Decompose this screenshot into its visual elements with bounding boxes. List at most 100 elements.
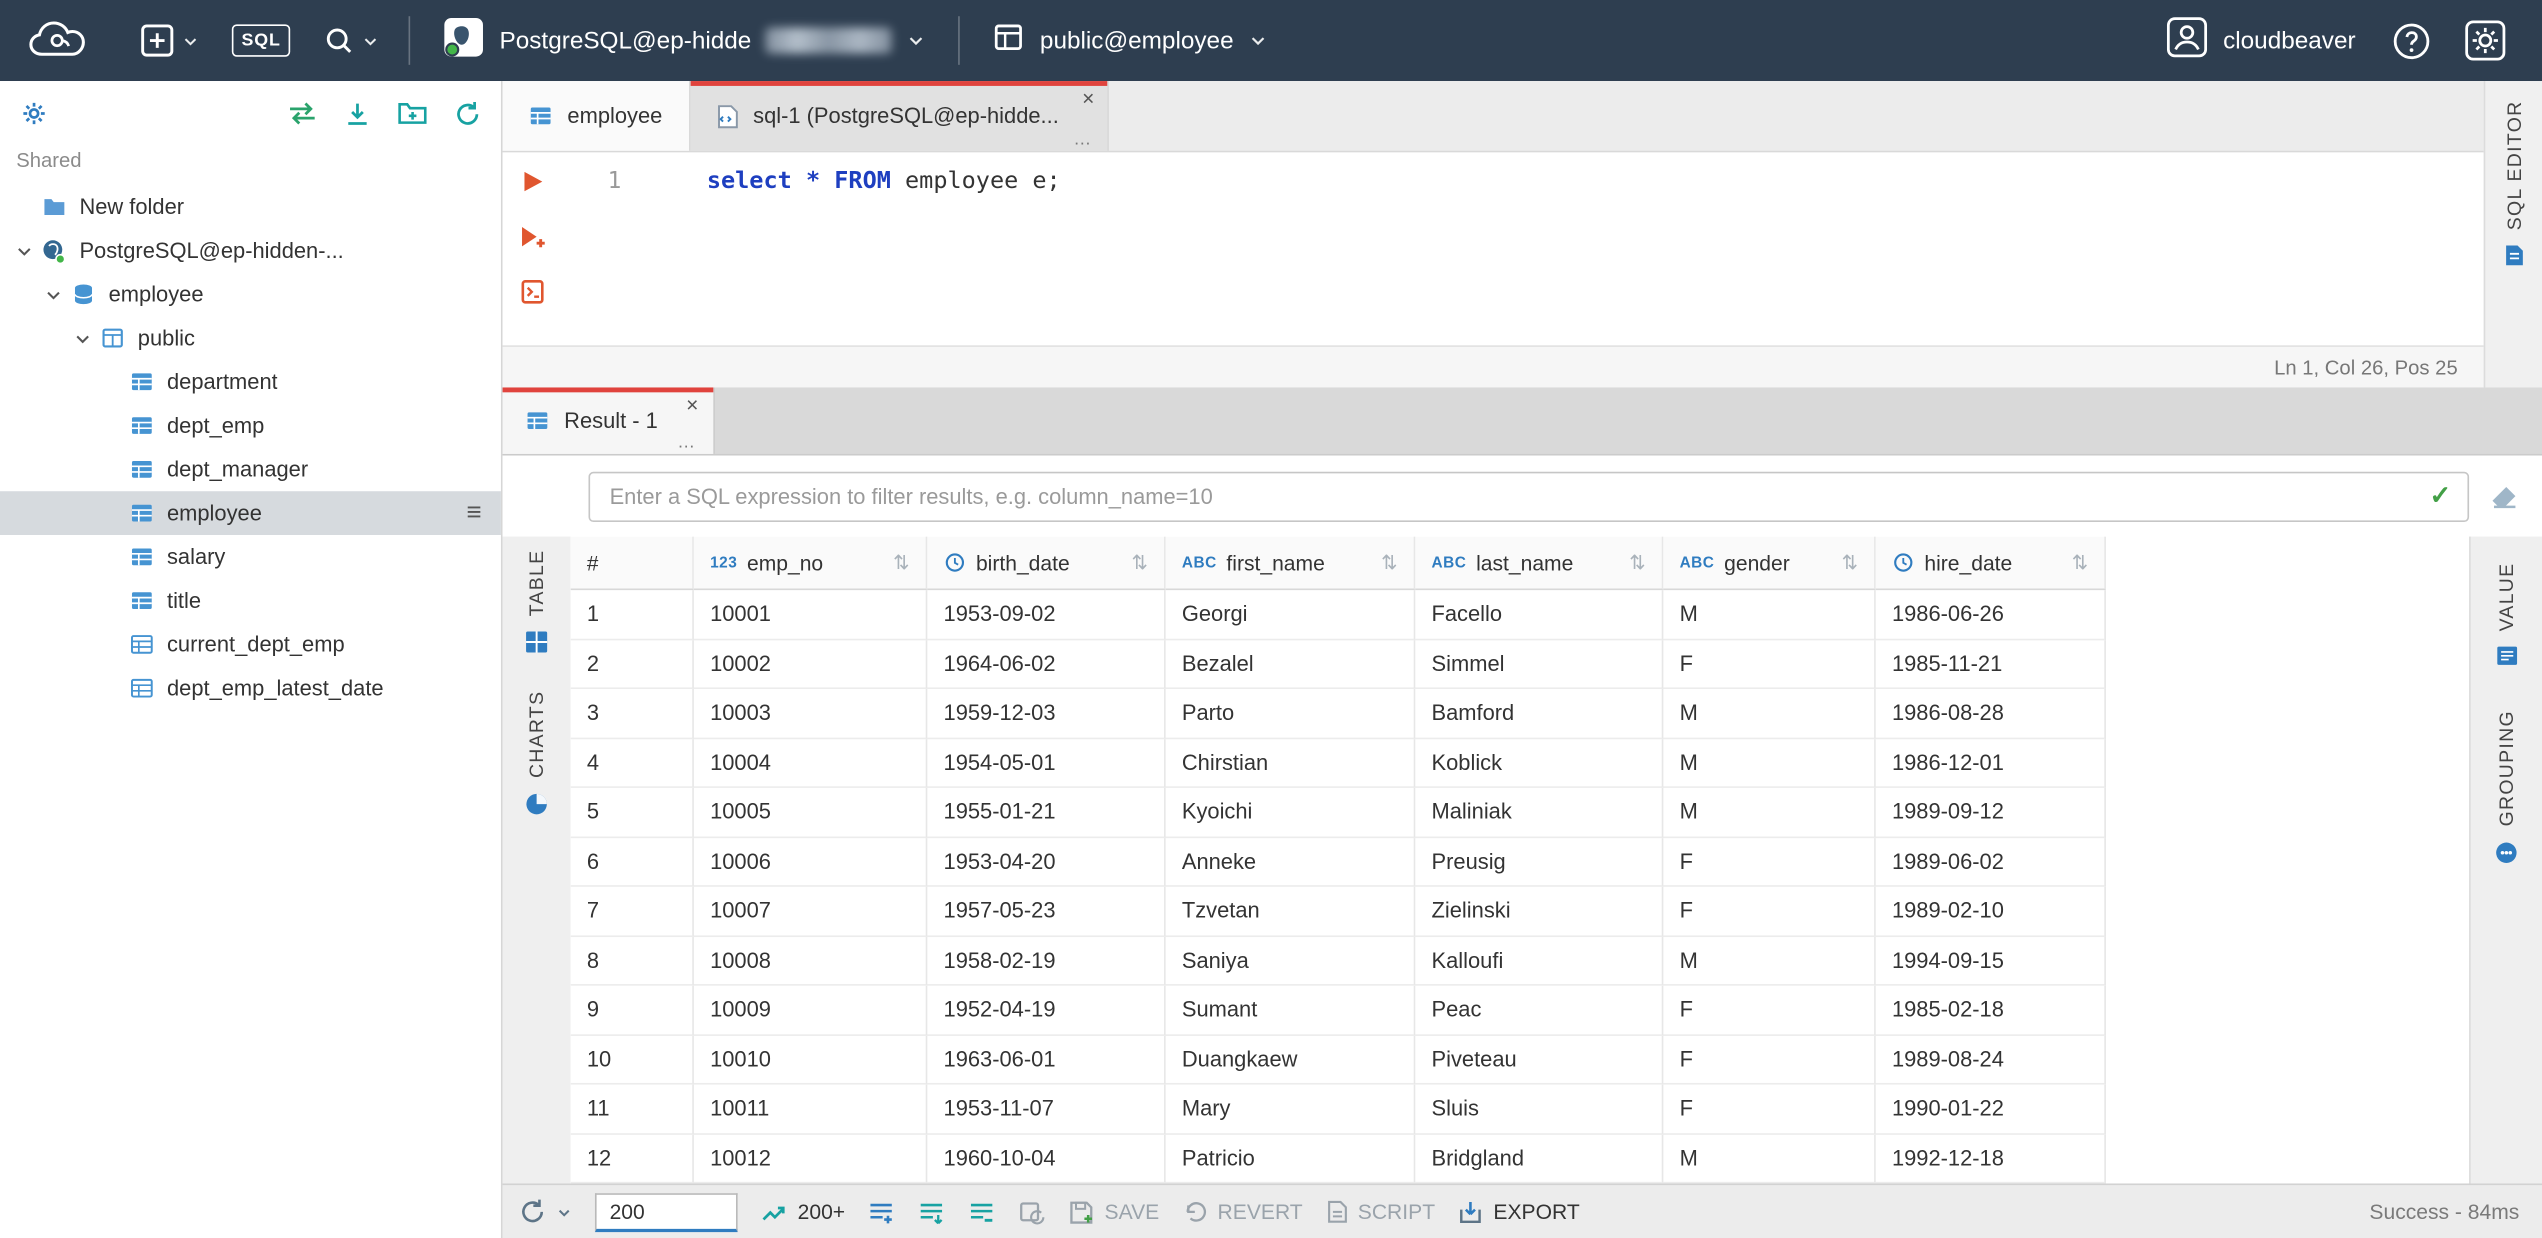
- execute-query-button[interactable]: [520, 169, 544, 195]
- tab-charts[interactable]: CHARTS: [524, 691, 550, 817]
- grid-cell[interactable]: 1985-02-18: [1875, 985, 2106, 1036]
- grid-cell[interactable]: Mary: [1165, 1084, 1416, 1135]
- fetch-more-button[interactable]: 200+: [760, 1200, 845, 1224]
- delete-row-button[interactable]: [968, 1199, 996, 1225]
- grid-cell[interactable]: Koblick: [1415, 738, 1664, 788]
- sort-icon[interactable]: ⇅: [1381, 551, 1397, 574]
- grid-cell[interactable]: Zielinski: [1415, 886, 1664, 937]
- grid-cell[interactable]: 10004: [693, 738, 928, 788]
- grid-cell[interactable]: 10006: [693, 837, 928, 887]
- row-index-cell[interactable]: 4: [570, 738, 694, 788]
- row-index-cell[interactable]: 8: [570, 936, 694, 986]
- grid-cell[interactable]: Bamford: [1415, 689, 1664, 739]
- grid-cell[interactable]: 1964-06-02: [927, 639, 1166, 690]
- grid-cell[interactable]: 1953-04-20: [927, 837, 1166, 887]
- grid-cell[interactable]: 10002: [693, 639, 928, 690]
- grid-cell[interactable]: 1989-02-10: [1875, 886, 2106, 937]
- item-menu-icon[interactable]: ≡: [466, 499, 481, 526]
- tab-sql-1[interactable]: sql-1 (PostgreSQL@ep-hidde... × …: [689, 81, 1110, 151]
- grid-cell[interactable]: 1954-05-01: [927, 738, 1166, 788]
- export-button[interactable]: EXPORT: [1458, 1199, 1580, 1225]
- driver-search-button[interactable]: [307, 0, 396, 81]
- grid-cell[interactable]: F: [1663, 837, 1876, 887]
- row-index-cell[interactable]: 1: [570, 590, 694, 640]
- grid-cell[interactable]: 10001: [693, 590, 928, 640]
- grid-cell[interactable]: F: [1663, 1035, 1876, 1085]
- grid-cell[interactable]: 1960-10-04: [927, 1134, 1166, 1184]
- row-limit-input[interactable]: [594, 1192, 738, 1232]
- grid-cell[interactable]: Peac: [1415, 985, 1664, 1036]
- close-tab-icon[interactable]: ×: [1082, 86, 1094, 110]
- grid-cell[interactable]: 10009: [693, 985, 928, 1036]
- row-index-cell[interactable]: 7: [570, 886, 694, 937]
- auto-refresh-button[interactable]: [1019, 1199, 1047, 1225]
- column-header-last_name[interactable]: ABC last_name ⇅: [1415, 536, 1664, 591]
- grid-cell[interactable]: Bezalel: [1165, 639, 1416, 690]
- grid-cell[interactable]: Duangkaew: [1165, 1035, 1416, 1085]
- tree-item-dept-manager[interactable]: dept_manager: [0, 447, 501, 491]
- tree-item-dept-emp-latest-date[interactable]: dept_emp_latest_date: [0, 666, 501, 710]
- column-header-first_name[interactable]: ABC first_name ⇅: [1165, 536, 1416, 591]
- sort-icon[interactable]: ⇅: [1131, 551, 1147, 574]
- tab-employee[interactable]: employee: [502, 81, 690, 151]
- grid-cell[interactable]: 1994-09-15: [1875, 936, 2106, 986]
- grid-cell[interactable]: 1989-09-12: [1875, 787, 2106, 838]
- tree-item-current-dept-emp[interactable]: current_dept_emp: [0, 623, 501, 667]
- close-result-icon[interactable]: ×: [686, 392, 698, 416]
- settings-button[interactable]: [2448, 0, 2523, 81]
- grid-cell[interactable]: 1992-12-18: [1875, 1134, 2106, 1184]
- new-folder-icon[interactable]: [397, 101, 428, 127]
- grid-cell[interactable]: 1953-09-02: [927, 590, 1166, 640]
- tab-sql-editor-vertical[interactable]: SQL EDITOR: [2502, 101, 2525, 268]
- grid-cell[interactable]: 1957-05-23: [927, 886, 1166, 937]
- grid-cell[interactable]: 1985-11-21: [1875, 639, 2106, 690]
- grid-cell[interactable]: Maliniak: [1415, 787, 1664, 838]
- grid-cell[interactable]: Chirstian: [1165, 738, 1416, 788]
- grid-cell[interactable]: M: [1663, 590, 1876, 640]
- tree-item-postgresql-ep-hidden[interactable]: PostgreSQL@ep-hidden-...: [0, 229, 501, 273]
- tree-item-employee[interactable]: employee: [0, 272, 501, 316]
- sort-icon[interactable]: ⇅: [1842, 551, 1858, 574]
- tab-table[interactable]: TABLE: [524, 550, 550, 656]
- add-row-button[interactable]: [868, 1199, 896, 1225]
- grid-cell[interactable]: Kyoichi: [1165, 787, 1416, 838]
- grid-cell[interactable]: 1955-01-21: [927, 787, 1166, 838]
- grid-cell[interactable]: Kalloufi: [1415, 936, 1664, 986]
- save-button[interactable]: SAVE: [1069, 1199, 1159, 1225]
- collapse-all-icon[interactable]: [344, 100, 372, 128]
- grid-cell[interactable]: 10003: [693, 689, 928, 739]
- tree-item-new-folder[interactable]: New folder: [0, 185, 501, 229]
- row-index-cell[interactable]: 12: [570, 1134, 694, 1184]
- connection-selector[interactable]: PostgreSQL@ep-hidde: [423, 0, 946, 81]
- grid-cell[interactable]: 1959-12-03: [927, 689, 1166, 739]
- tree-item-dept-emp[interactable]: dept_emp: [0, 404, 501, 448]
- grid-cell[interactable]: 10012: [693, 1134, 928, 1184]
- grid-cell[interactable]: Patricio: [1165, 1134, 1416, 1184]
- help-button[interactable]: [2375, 0, 2448, 81]
- column-header-gender[interactable]: ABC gender ⇅: [1663, 536, 1876, 591]
- grid-cell[interactable]: 10011: [693, 1084, 928, 1135]
- sql-code[interactable]: select * FROM employee e;: [668, 152, 1061, 345]
- chevron-down-icon[interactable]: [10, 238, 38, 264]
- cloudbeaver-logo-icon[interactable]: [26, 15, 101, 67]
- tree-item-department[interactable]: department: [0, 360, 501, 404]
- grid-cell[interactable]: Anneke: [1165, 837, 1416, 887]
- tab-result-1[interactable]: Result - 1 × …: [502, 387, 715, 454]
- tab-value[interactable]: VALUE: [2494, 563, 2518, 669]
- grid-cell[interactable]: 1963-06-01: [927, 1035, 1166, 1085]
- grid-cell[interactable]: F: [1663, 985, 1876, 1036]
- grid-cell[interactable]: 1986-12-01: [1875, 738, 2106, 788]
- grid-cell[interactable]: Parto: [1165, 689, 1416, 739]
- schema-selector[interactable]: public@employee: [973, 0, 1287, 81]
- refresh-tree-icon[interactable]: [454, 100, 482, 128]
- sql-editor[interactable]: 1 select * FROM employee e;: [502, 152, 2484, 346]
- column-header-emp_no[interactable]: 123 emp_no ⇅: [693, 536, 928, 591]
- sort-icon[interactable]: ⇅: [893, 551, 909, 574]
- script-button[interactable]: SCRIPT: [1325, 1200, 1435, 1224]
- grid-cell[interactable]: 1986-06-26: [1875, 590, 2106, 640]
- open-sql-editor-button[interactable]: SQL: [216, 0, 307, 81]
- grid-cell[interactable]: 1989-06-02: [1875, 837, 2106, 887]
- user-menu[interactable]: cloudbeaver: [2147, 0, 2375, 81]
- filter-input[interactable]: [588, 470, 2470, 522]
- grid-cell[interactable]: F: [1663, 886, 1876, 937]
